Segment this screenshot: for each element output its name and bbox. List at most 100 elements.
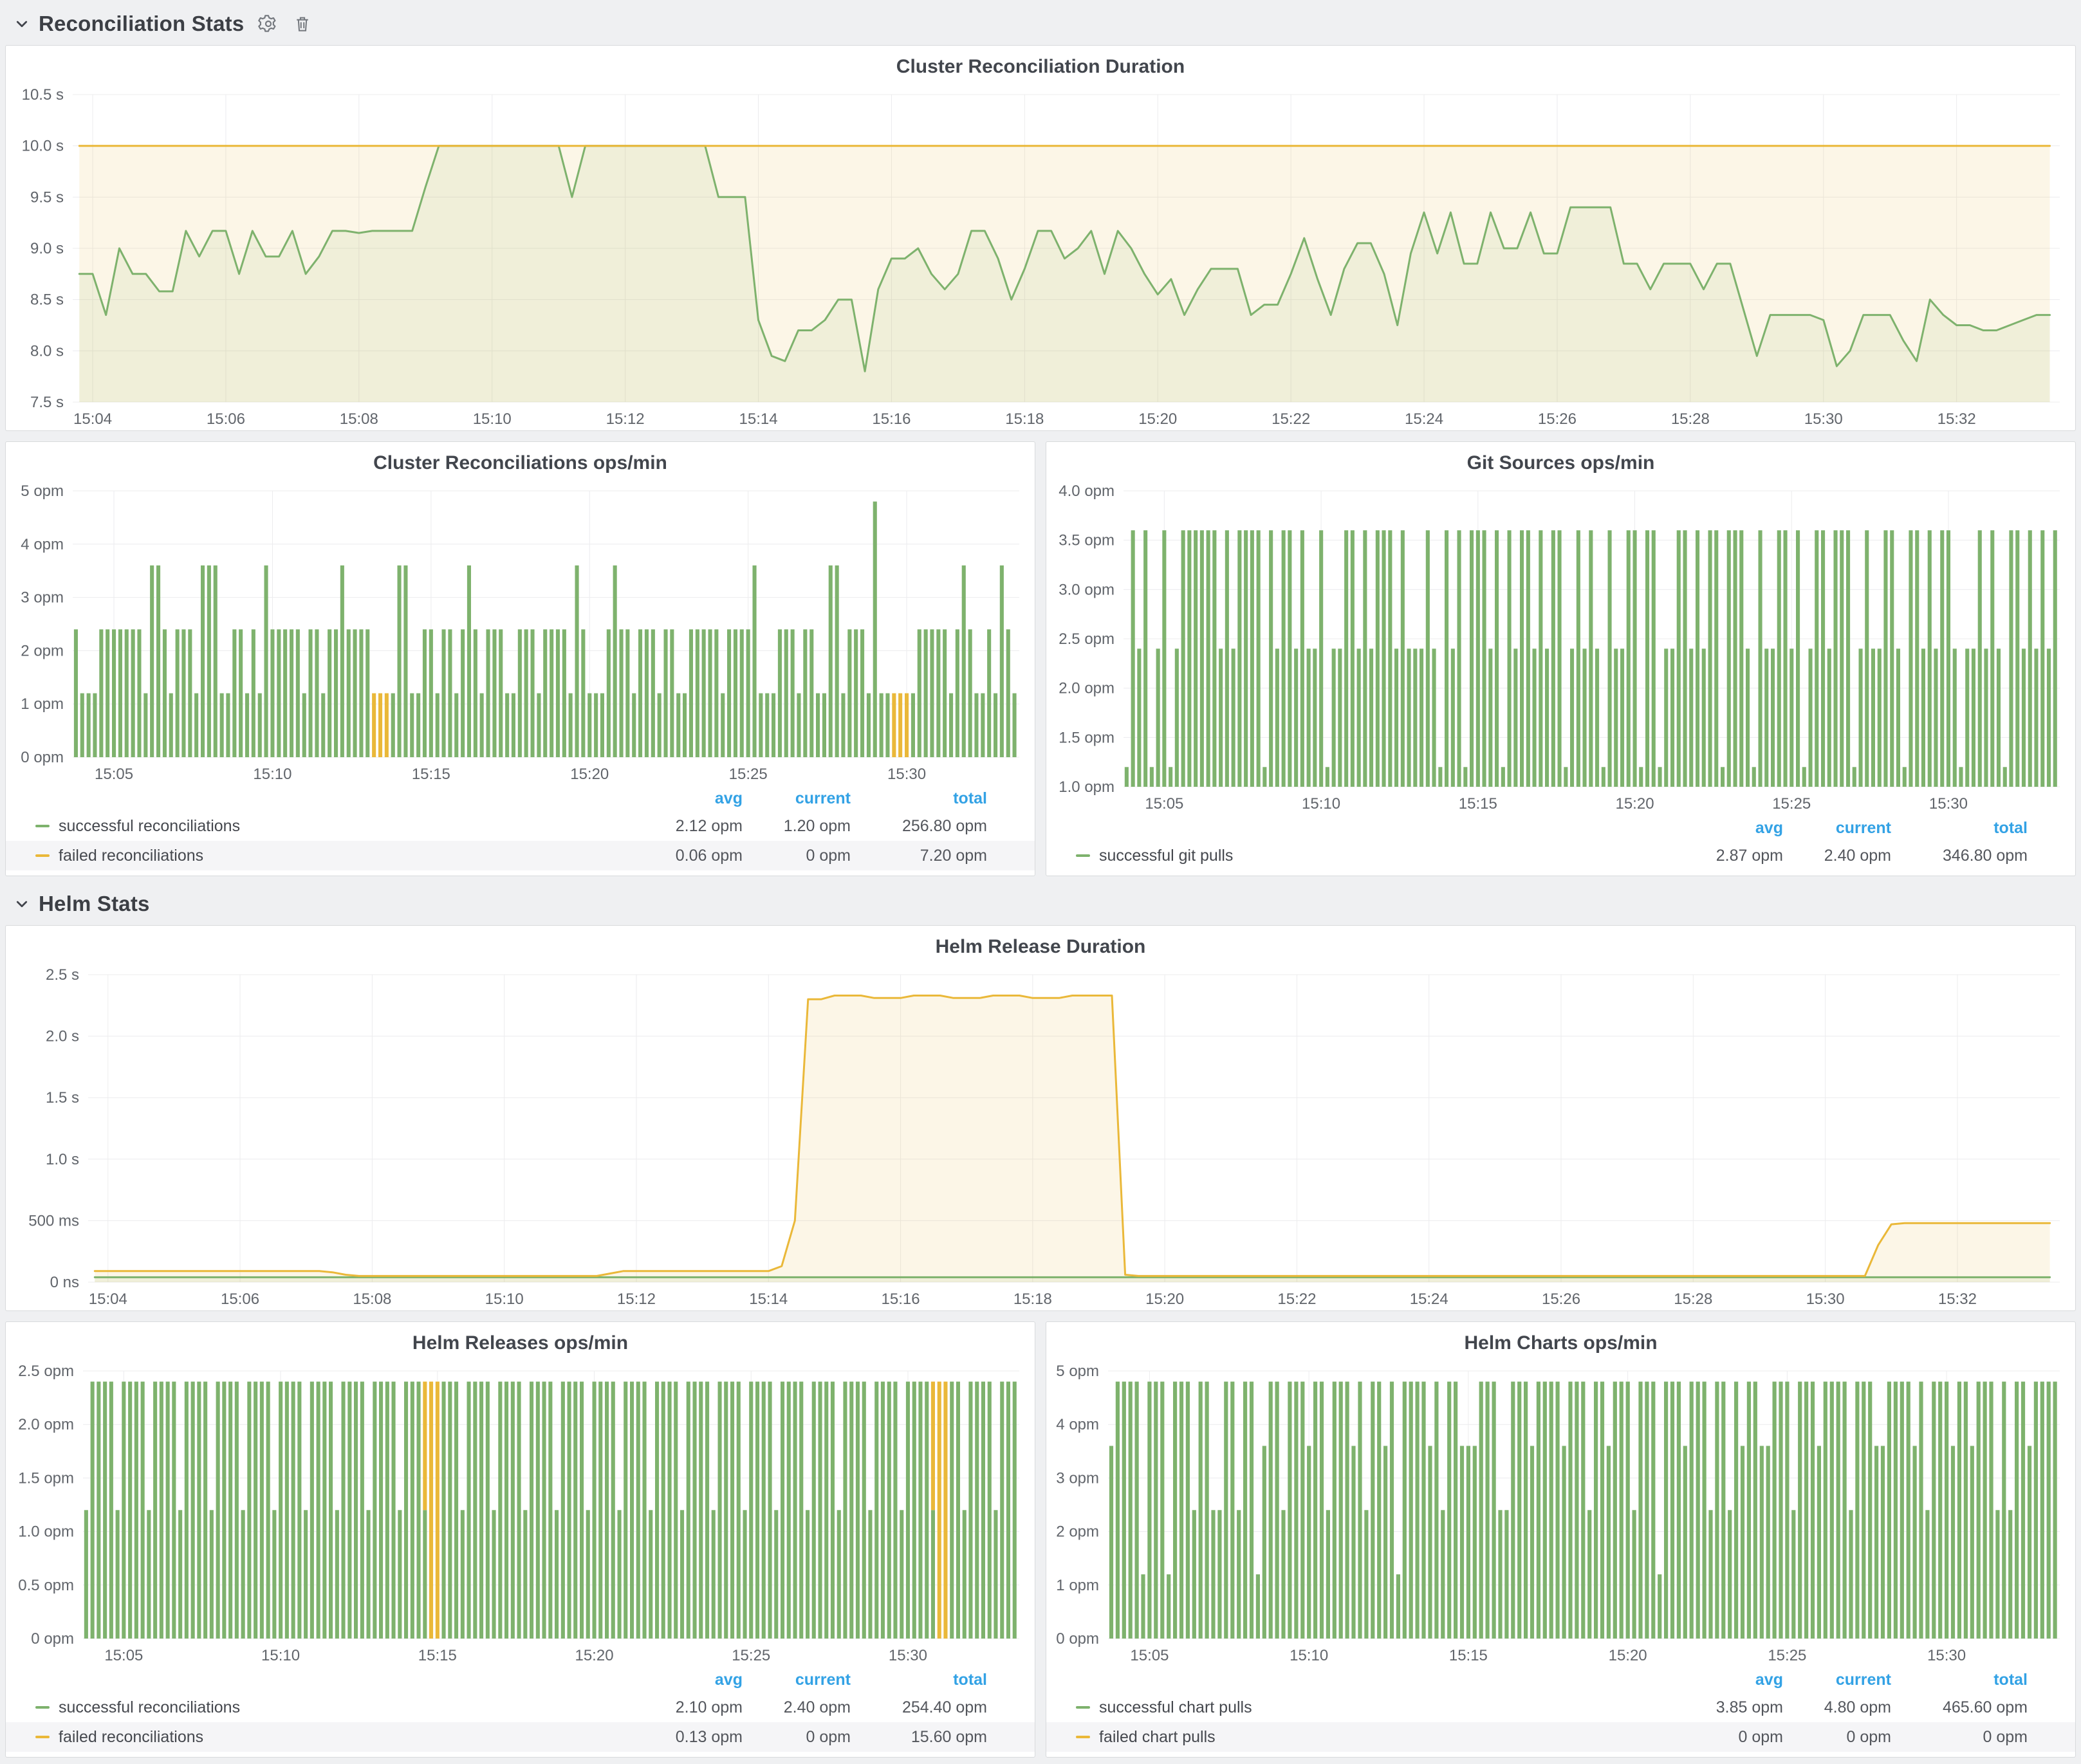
stat-total: 15.60 opm bbox=[851, 1728, 987, 1747]
helm-charts-opm-chart[interactable]: 0 opm1 opm2 opm3 opm4 opm5 opm15:0515:10… bbox=[1046, 1358, 2075, 1667]
legend-col-total[interactable]: total bbox=[851, 789, 987, 808]
svg-text:15:04: 15:04 bbox=[89, 1291, 127, 1308]
legend-col-avg[interactable]: avg bbox=[634, 789, 743, 808]
cluster-reconciliations-opm-chart[interactable]: 0 opm1 opm2 opm3 opm4 opm5 opm15:0515:10… bbox=[6, 478, 1035, 786]
panel-helm-release-duration: Helm Release Duration 0 ns500 ms1.0 s1.5… bbox=[5, 925, 2076, 1311]
legend-col-avg[interactable]: avg bbox=[1675, 819, 1783, 838]
series-label[interactable]: successful chart pulls bbox=[1099, 1698, 1252, 1717]
cluster-reconciliation-duration-chart[interactable]: 7.5 s8.0 s8.5 s9.0 s9.5 s10.0 s10.5 s15:… bbox=[6, 82, 2075, 430]
legend-col-total[interactable]: total bbox=[1891, 1671, 2028, 1689]
svg-text:1.5 opm: 1.5 opm bbox=[18, 1469, 74, 1487]
svg-text:15:26: 15:26 bbox=[1538, 410, 1577, 428]
panel-cluster-reconciliation-duration: Cluster Reconciliation Duration 7.5 s8.0… bbox=[5, 45, 2076, 431]
series-label[interactable]: failed reconciliations bbox=[59, 847, 203, 865]
svg-text:9.0 s: 9.0 s bbox=[30, 240, 64, 257]
git-sources-opm-chart[interactable]: 1.0 opm1.5 opm2.0 opm2.5 opm3.0 opm3.5 o… bbox=[1046, 478, 2075, 815]
legend-col-avg[interactable]: avg bbox=[634, 1671, 743, 1689]
trash-icon[interactable] bbox=[293, 14, 312, 34]
legend-col-avg[interactable]: avg bbox=[1675, 1671, 1783, 1689]
legend-col-current[interactable]: current bbox=[743, 789, 851, 808]
legend-row-successful-chart-pulls[interactable]: successful chart pulls 3.85 opm 4.80 opm… bbox=[1046, 1693, 2075, 1722]
section-title[interactable]: Helm Stats bbox=[39, 892, 150, 916]
svg-text:15:06: 15:06 bbox=[207, 410, 245, 428]
series-label[interactable]: successful reconciliations bbox=[59, 1698, 240, 1717]
legend-row-successful-reconciliations[interactable]: successful reconciliations 2.12 opm 1.20… bbox=[6, 811, 1035, 841]
series-color-dash-icon bbox=[35, 854, 50, 857]
svg-text:15:14: 15:14 bbox=[739, 410, 778, 428]
svg-text:2 opm: 2 opm bbox=[21, 642, 64, 659]
legend-col-current[interactable]: current bbox=[1783, 819, 1891, 838]
section-header-reconciliation-stats: Reconciliation Stats bbox=[5, 4, 2076, 45]
svg-text:15:22: 15:22 bbox=[1272, 410, 1310, 428]
svg-text:15:15: 15:15 bbox=[412, 766, 450, 783]
gear-icon[interactable] bbox=[258, 14, 279, 34]
svg-text:15:30: 15:30 bbox=[887, 766, 926, 783]
svg-text:15:12: 15:12 bbox=[617, 1291, 656, 1308]
series-label[interactable]: successful reconciliations bbox=[59, 817, 240, 836]
svg-text:15:12: 15:12 bbox=[606, 410, 645, 428]
stat-avg: 3.85 opm bbox=[1675, 1698, 1783, 1717]
svg-text:15:25: 15:25 bbox=[729, 766, 768, 783]
helm-release-duration-chart[interactable]: 0 ns500 ms1.0 s1.5 s2.0 s2.5 s15:0415:06… bbox=[6, 962, 2075, 1310]
legend: avg current total successful reconciliat… bbox=[6, 1667, 1035, 1757]
panel-title[interactable]: Helm Charts ops/min bbox=[1046, 1322, 2075, 1358]
legend-row-failed-reconciliations[interactable]: failed reconciliations 0.06 opm 0 opm 7.… bbox=[6, 841, 1035, 870]
svg-text:7.5 s: 7.5 s bbox=[30, 394, 64, 411]
svg-text:1.5 opm: 1.5 opm bbox=[1059, 729, 1114, 746]
series-label[interactable]: failed reconciliations bbox=[59, 1728, 203, 1747]
svg-text:15:08: 15:08 bbox=[340, 410, 378, 428]
svg-text:1.5 s: 1.5 s bbox=[46, 1089, 79, 1107]
series-color-dash-icon bbox=[1076, 1736, 1090, 1738]
svg-text:15:24: 15:24 bbox=[1405, 410, 1443, 428]
stat-current: 4.80 opm bbox=[1783, 1698, 1891, 1717]
svg-text:15:25: 15:25 bbox=[732, 1647, 770, 1664]
legend: avg current total successful git pulls 2… bbox=[1046, 815, 2075, 876]
legend: avg current total successful reconciliat… bbox=[6, 786, 1035, 876]
svg-text:15:25: 15:25 bbox=[1772, 795, 1811, 813]
svg-text:15:05: 15:05 bbox=[1145, 795, 1183, 813]
chevron-down-icon[interactable] bbox=[14, 16, 30, 32]
legend-row-successful-reconciliations[interactable]: successful reconciliations 2.10 opm 2.40… bbox=[6, 1693, 1035, 1722]
svg-text:15:28: 15:28 bbox=[1674, 1291, 1712, 1308]
chevron-down-icon[interactable] bbox=[14, 896, 30, 912]
panel-title[interactable]: Git Sources ops/min bbox=[1046, 442, 2075, 478]
panel-title[interactable]: Cluster Reconciliations ops/min bbox=[6, 442, 1035, 478]
svg-text:1 opm: 1 opm bbox=[21, 695, 64, 713]
legend-col-current[interactable]: current bbox=[1783, 1671, 1891, 1689]
legend-col-current[interactable]: current bbox=[743, 1671, 851, 1689]
stat-avg: 0.13 opm bbox=[634, 1728, 743, 1747]
svg-text:10.5 s: 10.5 s bbox=[22, 86, 64, 104]
svg-text:15:16: 15:16 bbox=[882, 1291, 920, 1308]
svg-text:15:20: 15:20 bbox=[575, 1647, 613, 1664]
panel-title[interactable]: Helm Release Duration bbox=[6, 926, 2075, 962]
legend-row-failed-reconciliations[interactable]: failed reconciliations 0.13 opm 0 opm 15… bbox=[6, 1722, 1035, 1752]
stat-current: 0 opm bbox=[743, 1728, 851, 1747]
helm-releases-opm-chart[interactable]: 0 opm0.5 opm1.0 opm1.5 opm2.0 opm2.5 opm… bbox=[6, 1358, 1035, 1667]
svg-text:0 opm: 0 opm bbox=[1056, 1630, 1099, 1648]
panel-helm-releases-opm: Helm Releases ops/min 0 opm0.5 opm1.0 op… bbox=[5, 1321, 1035, 1758]
svg-text:15:30: 15:30 bbox=[1804, 410, 1843, 428]
svg-text:2.5 opm: 2.5 opm bbox=[18, 1363, 74, 1380]
panel-title[interactable]: Cluster Reconciliation Duration bbox=[6, 46, 2075, 82]
panel-title[interactable]: Helm Releases ops/min bbox=[6, 1322, 1035, 1358]
legend-row-successful-git-pulls[interactable]: successful git pulls 2.87 opm 2.40 opm 3… bbox=[1046, 841, 2075, 870]
panel-helm-charts-opm: Helm Charts ops/min 0 opm1 opm2 opm3 opm… bbox=[1046, 1321, 2076, 1758]
stat-total: 254.40 opm bbox=[851, 1698, 987, 1717]
svg-text:5 opm: 5 opm bbox=[21, 482, 64, 500]
svg-text:4.0 opm: 4.0 opm bbox=[1059, 482, 1114, 500]
svg-text:0 ns: 0 ns bbox=[50, 1274, 79, 1291]
svg-text:15:15: 15:15 bbox=[1459, 795, 1497, 813]
legend-col-total[interactable]: total bbox=[851, 1671, 987, 1689]
svg-text:15:32: 15:32 bbox=[1938, 1291, 1977, 1308]
legend-row-failed-chart-pulls[interactable]: failed chart pulls 0 opm 0 opm 0 opm bbox=[1046, 1722, 2075, 1752]
series-label[interactable]: successful git pulls bbox=[1099, 847, 1233, 865]
svg-text:15:20: 15:20 bbox=[1609, 1647, 1647, 1664]
stat-avg: 0.06 opm bbox=[634, 847, 743, 865]
stat-current: 1.20 opm bbox=[743, 817, 851, 836]
svg-text:10.0 s: 10.0 s bbox=[22, 138, 64, 155]
section-title[interactable]: Reconciliation Stats bbox=[39, 12, 244, 36]
stat-current: 2.40 opm bbox=[1783, 847, 1891, 865]
series-label[interactable]: failed chart pulls bbox=[1099, 1728, 1216, 1747]
legend-col-total[interactable]: total bbox=[1891, 819, 2028, 838]
svg-text:2.0 opm: 2.0 opm bbox=[1059, 680, 1114, 697]
